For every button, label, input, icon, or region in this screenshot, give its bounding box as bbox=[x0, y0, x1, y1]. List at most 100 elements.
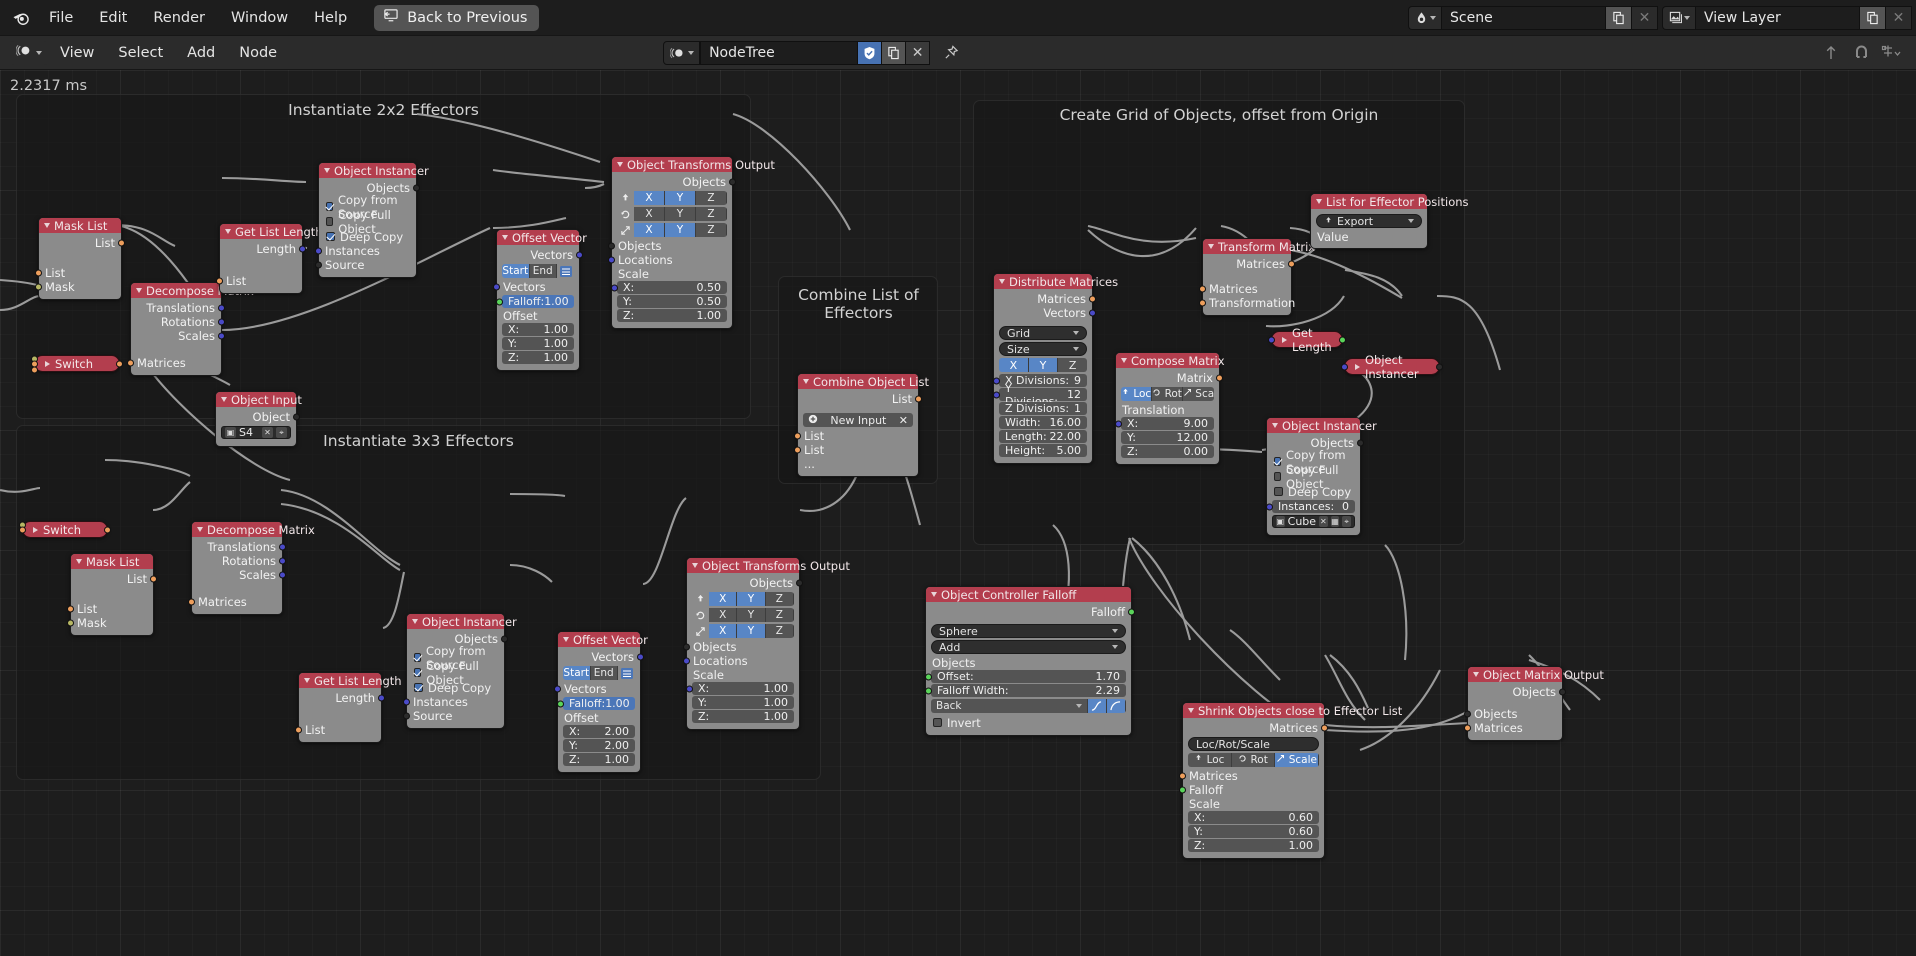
node-header[interactable]: Combine Object List bbox=[798, 374, 929, 389]
input-list[interactable]: List bbox=[35, 266, 121, 280]
node-header[interactable]: Shrink Objects close to Effector List bbox=[1183, 703, 1402, 718]
socket-out-list[interactable] bbox=[118, 239, 125, 247]
back-to-previous-button[interactable]: Back to Previous bbox=[374, 4, 540, 31]
object-browse-icon[interactable]: ▦ bbox=[1330, 516, 1340, 527]
socket-out-objects[interactable] bbox=[796, 579, 803, 587]
socket-in-matrices[interactable] bbox=[188, 598, 195, 606]
socket-out-rotations[interactable] bbox=[279, 557, 286, 565]
output-objects[interactable]: Objects bbox=[612, 175, 736, 189]
editor-menu-add[interactable]: Add bbox=[175, 41, 227, 65]
input-list-more[interactable]: ... bbox=[798, 457, 918, 471]
scene-selector[interactable]: Scene ✕ bbox=[1408, 5, 1658, 30]
checkbox-icon[interactable] bbox=[1274, 457, 1281, 466]
input-transformation[interactable]: Transformation bbox=[1199, 296, 1295, 310]
collapse-triangle-icon[interactable] bbox=[1208, 244, 1214, 249]
output-objects[interactable]: Objects bbox=[1468, 685, 1566, 699]
scale-x[interactable]: X: 1.00 bbox=[686, 682, 794, 695]
socket-in-objects[interactable] bbox=[1464, 710, 1471, 718]
value-number[interactable]: 16.00 bbox=[1050, 416, 1082, 429]
scl-z-toggle[interactable]: Z bbox=[696, 223, 727, 237]
loc-rot-scale-tabs[interactable]: Loc Rot Scale bbox=[1188, 753, 1319, 767]
offset-value[interactable]: Offset: 1.70 bbox=[925, 670, 1126, 683]
checkbox-invert[interactable]: Invert bbox=[926, 715, 1131, 730]
menu-window[interactable]: Window bbox=[218, 6, 301, 30]
snap-options-icon[interactable] bbox=[1878, 41, 1904, 65]
output-vectors[interactable]: Vectors bbox=[497, 248, 583, 262]
rot-x-toggle[interactable]: X bbox=[634, 207, 665, 221]
node-header[interactable]: Decompose Matrix bbox=[131, 283, 254, 298]
object-name[interactable]: Cube bbox=[1288, 515, 1316, 528]
socket-out[interactable] bbox=[1436, 363, 1443, 370]
axis-y-toggle[interactable]: Y bbox=[1028, 358, 1059, 372]
input-vectors[interactable]: Vectors bbox=[493, 280, 579, 294]
output-length[interactable]: Length bbox=[299, 691, 385, 705]
axis-toggles[interactable]: X Y Z bbox=[999, 358, 1087, 372]
collapse-triangle-icon[interactable] bbox=[1121, 358, 1127, 363]
scale-z[interactable]: Z: 1.00 bbox=[617, 309, 727, 322]
new-input-close-icon[interactable]: ✕ bbox=[899, 414, 908, 427]
dropdown-size[interactable]: Size bbox=[999, 342, 1087, 356]
editor-menu-node[interactable]: Node bbox=[227, 41, 289, 65]
scale-z-value[interactable]: 1.00 bbox=[1289, 839, 1314, 852]
checkbox-icon[interactable] bbox=[326, 202, 333, 211]
value-number[interactable]: 9 bbox=[1074, 374, 1081, 387]
snap-magnet-icon[interactable] bbox=[1848, 41, 1874, 65]
socket-out-length[interactable] bbox=[299, 245, 306, 253]
value-number[interactable]: 2.29 bbox=[1096, 684, 1121, 697]
node-header[interactable]: Object Instancer bbox=[407, 614, 517, 629]
node-decompose-matrix-2[interactable]: Decompose Matrix Translations Rotations … bbox=[188, 521, 315, 615]
socket-out-objects[interactable] bbox=[413, 184, 420, 192]
scale-x[interactable]: X: 0.60 bbox=[1188, 811, 1319, 824]
nodetree-name[interactable]: NodeTree bbox=[700, 40, 859, 65]
axis-x-toggle[interactable]: X bbox=[999, 358, 1029, 372]
collapse-triangle-icon[interactable] bbox=[617, 162, 623, 167]
translation-y[interactable]: Y: 12.00 bbox=[1121, 431, 1214, 444]
input-instances[interactable]: Instances bbox=[403, 695, 504, 709]
collapse-triangle-icon[interactable] bbox=[197, 527, 203, 532]
input-list-1[interactable]: List bbox=[794, 429, 918, 443]
socket-in-matrices[interactable] bbox=[1199, 285, 1206, 293]
socket-out-vectors[interactable] bbox=[576, 251, 583, 259]
collapse-triangle-icon[interactable] bbox=[563, 637, 569, 642]
scl-y-toggle[interactable]: Y bbox=[737, 624, 766, 638]
socket-in-list[interactable] bbox=[67, 605, 74, 613]
scl-x-toggle[interactable]: X bbox=[709, 624, 738, 638]
loc-x-toggle[interactable]: X bbox=[709, 592, 738, 606]
socket-in-list[interactable] bbox=[35, 269, 42, 277]
tab-scale[interactable]: Scale bbox=[1182, 387, 1214, 401]
collapse-triangle-icon[interactable] bbox=[999, 279, 1005, 284]
node-switch-2-collapsed[interactable]: Switch bbox=[19, 521, 111, 538]
offset-x-value[interactable]: 2.00 bbox=[605, 725, 630, 738]
node-object-transforms-output-2[interactable]: Object Transforms Output Objects X Y Z X… bbox=[683, 557, 850, 730]
socket-out[interactable] bbox=[104, 526, 111, 533]
scale-axis-row[interactable]: X Y Z bbox=[617, 223, 727, 237]
offset-x[interactable]: X: 2.00 bbox=[563, 725, 635, 738]
node-tree-icon[interactable] bbox=[663, 40, 701, 65]
input-mask[interactable]: Mask bbox=[35, 280, 121, 294]
socket-in-falloff[interactable] bbox=[1179, 786, 1186, 794]
height-value[interactable]: Height: 5.00 bbox=[999, 444, 1087, 457]
output-rotations[interactable]: Rotations bbox=[131, 315, 225, 329]
clear-object-icon[interactable]: ✕ bbox=[262, 427, 273, 438]
collapse-triangle-icon[interactable] bbox=[412, 619, 418, 624]
output-scales[interactable]: Scales bbox=[192, 568, 286, 582]
output-rotations[interactable]: Rotations bbox=[192, 554, 286, 568]
scale-y-value[interactable]: 0.60 bbox=[1289, 825, 1314, 838]
object-name[interactable]: S4 bbox=[239, 426, 259, 439]
scene-duplicate-icon[interactable] bbox=[1606, 5, 1632, 30]
socket-in-matrices[interactable] bbox=[1464, 724, 1471, 732]
input-matrices[interactable]: Matrices bbox=[1199, 282, 1291, 296]
input-matrices[interactable]: Matrices bbox=[127, 356, 221, 370]
view-layer-close-icon[interactable]: ✕ bbox=[1886, 5, 1912, 30]
node-header[interactable]: Object Matrix Output bbox=[1468, 667, 1604, 682]
blender-logo-icon[interactable] bbox=[6, 0, 36, 36]
node-list-for-effector-positions[interactable]: List for Effector Positions Export Value bbox=[1310, 193, 1469, 249]
scale-y[interactable]: Y: 0.60 bbox=[1188, 825, 1319, 838]
socket-out-scales[interactable] bbox=[218, 332, 225, 340]
instances-number[interactable]: 0 bbox=[1342, 500, 1349, 513]
node-shrink-objects[interactable]: Shrink Objects close to Effector List Ma… bbox=[1179, 702, 1402, 859]
collapse-triangle-icon[interactable] bbox=[1188, 708, 1194, 713]
scale-x-value[interactable]: 0.60 bbox=[1289, 811, 1314, 824]
pin-icon[interactable] bbox=[938, 41, 964, 65]
output-object[interactable]: Object bbox=[216, 410, 300, 424]
